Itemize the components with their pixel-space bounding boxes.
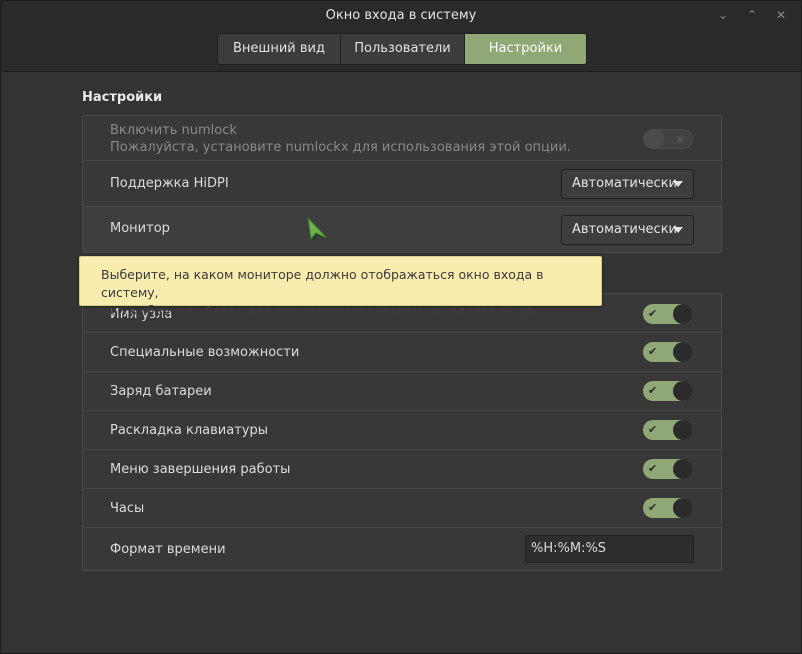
toggle-label: Заряд батареи (110, 384, 212, 399)
toggle-label: Меню завершения работы (110, 462, 291, 477)
hidpi-label: Поддержка HiDPI (110, 176, 229, 191)
check-icon: ✔ (648, 501, 658, 514)
toggle-row: Меню завершения работы ✔ (83, 450, 721, 489)
tab-settings[interactable]: Настройки (465, 34, 586, 64)
numlock-switch: ✕ (643, 129, 693, 149)
tooltip-line-1: Выберите, на каком мониторе должно отобр… (101, 267, 544, 300)
window-title: Окно входа в систему (325, 8, 477, 23)
accessibility-switch[interactable]: ✔ (643, 342, 693, 362)
toggle-label: Раскладка клавиатуры (110, 423, 269, 438)
hostname-switch[interactable]: ✔ (643, 304, 693, 324)
switch-off-icon: ✕ (674, 133, 685, 147)
minimize-icon[interactable]: ⌄ (715, 7, 731, 23)
close-icon[interactable]: ✕ (773, 7, 789, 23)
switch-knob (673, 498, 693, 518)
toggle-row: Часы ✔ (83, 489, 721, 528)
toggle-row: Специальные возможности ✔ (83, 333, 721, 372)
numlock-sublabel: Пожалуйста, установите numlockx для испо… (110, 140, 571, 155)
settings-group: Включить numlock Пожалуйста, установите … (82, 115, 722, 253)
hidpi-dropdown-value: Автоматически (572, 176, 678, 191)
section-title: Настройки (82, 90, 163, 105)
keyboard-layout-switch[interactable]: ✔ (643, 420, 693, 440)
switch-knob (644, 129, 664, 149)
time-format-row: Формат времени %H:%M:%S (83, 528, 721, 570)
caret-down-icon (673, 181, 683, 187)
monitor-row: Монитор Автоматически (83, 207, 721, 252)
panel-group: Имя узла ✔ Специальные возможности ✔ Зар… (82, 293, 722, 571)
numlock-label: Включить numlock (110, 123, 237, 138)
maximize-icon[interactable]: ⌃ (744, 7, 760, 23)
clock-switch[interactable]: ✔ (643, 498, 693, 518)
switch-knob (673, 381, 693, 401)
titlebar: Окно входа в систему ⌄ ⌃ ✕ Внешний вид П… (1, 1, 801, 72)
toggle-label: Специальные возможности (110, 345, 300, 360)
monitor-tooltip: Выберите, на каком мониторе должно отобр… (79, 256, 602, 318)
toggle-row: Заряд батареи ✔ (83, 372, 721, 411)
caret-down-icon (673, 227, 683, 233)
switch-knob (673, 342, 693, 362)
hidpi-row: Поддержка HiDPI Автоматически (83, 161, 721, 207)
toggle-label: Часы (110, 501, 145, 516)
tab-bar: Внешний вид Пользователи Настройки (217, 33, 587, 65)
mouse-cursor-icon (307, 217, 329, 241)
hidpi-dropdown[interactable]: Автоматически (561, 169, 694, 199)
battery-switch[interactable]: ✔ (643, 381, 693, 401)
check-icon: ✔ (648, 384, 658, 397)
switch-knob (673, 459, 693, 479)
tab-appearance[interactable]: Внешний вид (218, 34, 341, 64)
switch-knob (673, 304, 693, 324)
check-icon: ✔ (648, 423, 658, 436)
tab-users[interactable]: Пользователи (341, 34, 465, 64)
switch-knob (673, 420, 693, 440)
time-format-input[interactable]: %H:%M:%S (525, 535, 694, 563)
login-window-settings: Окно входа в систему ⌄ ⌃ ✕ Внешний вид П… (0, 0, 802, 654)
monitor-dropdown[interactable]: Автоматически (561, 215, 694, 245)
shutdown-menu-switch[interactable]: ✔ (643, 459, 693, 479)
check-icon: ✔ (648, 462, 658, 475)
monitor-label: Монитор (110, 221, 170, 236)
numlock-row: Включить numlock Пожалуйста, установите … (83, 116, 721, 161)
check-icon: ✔ (648, 307, 658, 320)
check-icon: ✔ (648, 345, 658, 358)
time-format-label: Формат времени (110, 542, 226, 557)
monitor-dropdown-value: Автоматически (572, 222, 678, 237)
tooltip-line-2: или выберите «Авто» для монитора, на кот… (101, 303, 542, 318)
toggle-row: Раскладка клавиатуры ✔ (83, 411, 721, 450)
